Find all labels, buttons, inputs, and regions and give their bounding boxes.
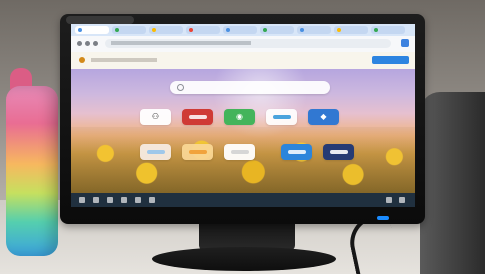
booking-tile[interactable] <box>281 144 312 160</box>
browser-tab[interactable] <box>260 26 294 34</box>
tile-label-placeholder <box>272 115 291 119</box>
taskbar <box>71 193 415 207</box>
dark-brand-tile[interactable] <box>323 144 354 160</box>
taskbar-app-icon[interactable] <box>93 197 99 203</box>
red-app-tile[interactable] <box>182 109 213 125</box>
tile-label-placeholder <box>188 115 207 119</box>
browser-tab[interactable] <box>112 26 146 34</box>
blue-app-tile[interactable]: ◆ <box>308 109 339 125</box>
whatsapp-tile[interactable]: ◉ <box>224 109 255 125</box>
taskbar-app-icon[interactable] <box>149 197 155 203</box>
power-led <box>377 216 389 220</box>
payment-tile[interactable] <box>266 109 297 125</box>
whatsapp-icon: ◉ <box>236 112 243 121</box>
browser-tab[interactable] <box>75 26 109 34</box>
back-icon[interactable] <box>77 41 82 46</box>
tile-label-placeholder <box>329 150 348 154</box>
photo-scene: ⚇ ◉ ◆ <box>0 0 485 274</box>
monitor-screen: ⚇ ◉ ◆ <box>71 24 415 207</box>
tab-icon <box>300 28 304 32</box>
monitor-stand-base <box>152 247 336 271</box>
tab-icon <box>78 28 82 32</box>
notification-text <box>91 58 157 62</box>
system-tray-icon[interactable] <box>399 197 405 203</box>
cloud-tile[interactable] <box>140 144 171 160</box>
browser-tab-strip <box>71 24 415 36</box>
new-tab-background: ⚇ ◉ ◆ <box>71 69 415 193</box>
white-tile[interactable] <box>224 144 255 160</box>
tile-label-placeholder <box>230 150 249 154</box>
orange-tile[interactable] <box>182 144 213 160</box>
notification-bar <box>71 52 415 69</box>
notification-action-button[interactable] <box>372 56 409 64</box>
tile-label-placeholder <box>287 150 306 154</box>
assistant-icon: ⚇ <box>151 112 160 121</box>
system-tray-icon[interactable] <box>386 197 392 203</box>
colorful-bottle <box>6 86 58 256</box>
monitor-logo <box>66 16 134 24</box>
browser-tab[interactable] <box>297 26 331 34</box>
url-input[interactable] <box>105 39 391 48</box>
warning-icon <box>79 57 85 63</box>
tab-icon <box>337 28 341 32</box>
search-icon <box>177 84 184 91</box>
tile-label-placeholder <box>146 150 165 154</box>
sunflower-field <box>71 127 415 193</box>
tile-label-placeholder <box>188 150 207 154</box>
profile-icon[interactable] <box>401 39 409 47</box>
browser-tab[interactable] <box>186 26 220 34</box>
url-text <box>111 41 251 45</box>
browser-tab[interactable] <box>334 26 368 34</box>
dark-object-right <box>420 92 485 274</box>
taskbar-app-icon[interactable] <box>121 197 127 203</box>
refresh-icon[interactable] <box>93 41 98 46</box>
taskbar-app-icon[interactable] <box>135 197 141 203</box>
browser-tab[interactable] <box>371 26 405 34</box>
start-icon[interactable] <box>79 197 85 203</box>
tab-icon <box>374 28 378 32</box>
tab-icon <box>152 28 156 32</box>
taskbar-app-icon[interactable] <box>107 197 113 203</box>
search-box[interactable] <box>170 81 330 94</box>
forward-icon[interactable] <box>85 41 90 46</box>
tab-icon <box>115 28 119 32</box>
tab-icon <box>189 28 193 32</box>
tab-icon <box>263 28 267 32</box>
app-icon: ◆ <box>320 112 327 121</box>
assistant-tile[interactable]: ⚇ <box>140 109 171 125</box>
browser-address-bar <box>71 36 415 52</box>
browser-tab[interactable] <box>223 26 257 34</box>
browser-tab[interactable] <box>149 26 183 34</box>
tab-icon <box>226 28 230 32</box>
